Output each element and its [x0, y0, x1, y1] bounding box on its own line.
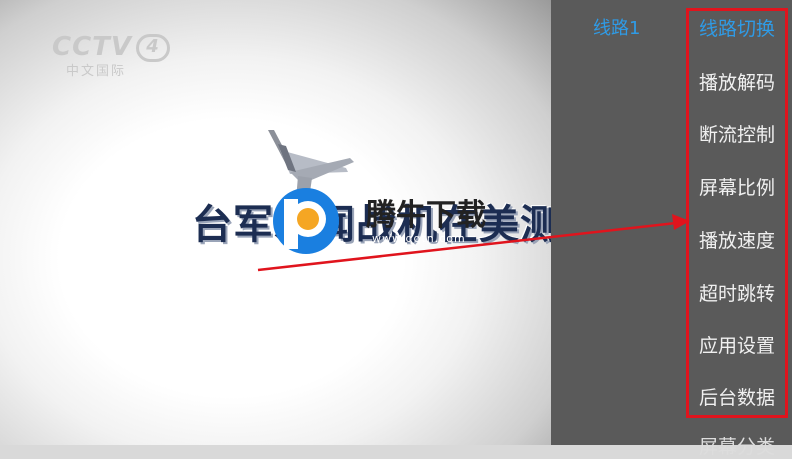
channel-logo: CCTV: [52, 32, 133, 62]
menu-item-1[interactable]: 线路切换: [686, 14, 788, 41]
channel-watermark: CCTV 4 中文国际: [52, 32, 171, 79]
menu-item-6[interactable]: 超时跳转: [686, 279, 788, 306]
menu-item-7[interactable]: 应用设置: [686, 331, 788, 358]
channel-subtitle: 中文国际: [66, 64, 127, 79]
menu-item-3[interactable]: 断流控制: [686, 120, 788, 147]
menu-item-2[interactable]: 播放解码: [686, 68, 788, 95]
channel-number: 4: [136, 33, 171, 62]
menu-item-8[interactable]: 后台数据: [686, 383, 788, 410]
menu-item-4[interactable]: 屏幕比例: [686, 173, 788, 200]
menu-item-9[interactable]: 屏幕分类: [686, 432, 788, 459]
watermark-logo-icon: [273, 188, 339, 254]
current-line-label[interactable]: 线路1: [593, 14, 640, 40]
menu-item-5[interactable]: 播放速度: [686, 226, 788, 253]
video-player[interactable]: CCTV4 中文国际 台军新闻战机在美测试 腾牛下载 www.qqtn.com: [0, 0, 551, 445]
watermark-url: www.qqtn.com: [372, 232, 466, 245]
watermark-text: 腾牛下载: [366, 198, 486, 233]
